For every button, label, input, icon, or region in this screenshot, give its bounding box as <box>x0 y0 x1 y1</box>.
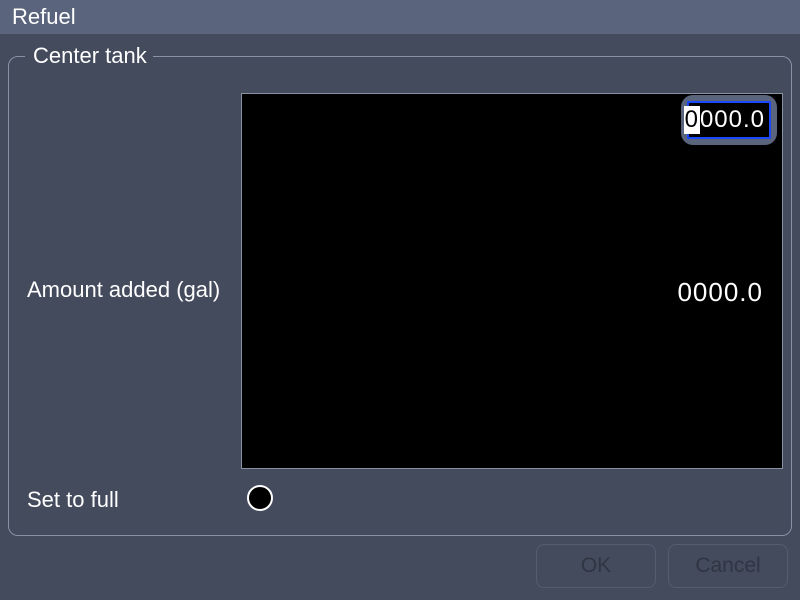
fieldset-inner: 0000.0 Amount added (gal) 0000.0 Set to … <box>19 67 781 525</box>
amount-added-label: Amount added (gal) <box>27 277 220 303</box>
cancel-button[interactable]: Cancel <box>668 544 788 588</box>
center-tank-fieldset: Center tank 0000.0 Amount added (gal) 00… <box>8 56 792 536</box>
window-title: Refuel <box>12 4 76 29</box>
amount-input-container: 0000.0 <box>681 95 777 145</box>
content-area: Center tank 0000.0 Amount added (gal) 00… <box>0 34 800 536</box>
titlebar: Refuel <box>0 0 800 34</box>
amount-input-rest: 000.0 <box>700 106 765 134</box>
amount-input-selected-digit: 0 <box>684 106 700 134</box>
set-to-full-label: Set to full <box>27 487 119 513</box>
dialog-button-row: OK Cancel <box>536 544 788 588</box>
fieldset-legend: Center tank <box>29 43 151 69</box>
ok-button[interactable]: OK <box>536 544 656 588</box>
set-to-full-radio[interactable] <box>247 485 273 511</box>
amount-input[interactable]: 0000.0 <box>687 101 771 139</box>
amount-added-value: 0000.0 <box>677 277 763 308</box>
